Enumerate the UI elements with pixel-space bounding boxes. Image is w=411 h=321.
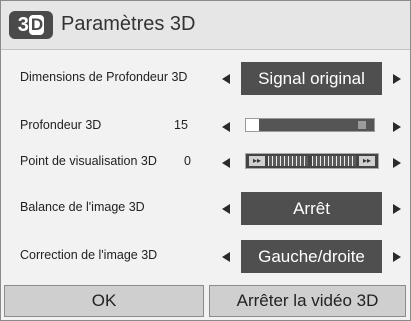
row-depth-dimensions[interactable]: Dimensions de Profondeur 3D Signal origi… [1,58,410,98]
row-label: Correction de l'image 3D [20,248,158,262]
settings-dialog: 3D Paramètres 3D Dimensions de Profondeu… [0,0,411,321]
arrow-right-icon[interactable] [390,202,404,216]
row-label: Balance de l'image 3D [20,200,145,214]
option-value[interactable]: Signal original [241,62,382,95]
slider-fill [246,119,259,131]
row-viewpoint[interactable]: Point de visualisation 3D 0 ▸▸ ▸▸ [1,142,410,182]
right-eye-icon: ▸▸ [359,156,375,166]
arrow-right-icon[interactable] [390,72,404,86]
arrow-right-icon[interactable] [390,120,404,134]
arrow-right-icon[interactable] [390,156,404,170]
depth-slider[interactable] [245,118,375,132]
row-label: Dimensions de Profondeur 3D [20,70,188,84]
row-depth[interactable]: Profondeur 3D 15 [1,106,410,146]
viewpoint-center-marker [308,156,312,166]
dialog-titlebar: 3D Paramètres 3D [1,1,410,50]
arrow-right-icon[interactable] [390,250,404,264]
row-label: Profondeur 3D [20,118,102,132]
arrow-left-icon[interactable] [220,250,234,264]
row-image-correction[interactable]: Correction de l'image 3D Gauche/droite [1,236,410,276]
3d-icon: 3D [9,11,53,39]
row-image-balance[interactable]: Balance de l'image 3D Arrêt [1,188,410,228]
arrow-left-icon[interactable] [220,72,234,86]
depth-value: 15 [174,118,188,132]
arrow-left-icon[interactable] [220,120,234,134]
arrow-left-icon[interactable] [220,202,234,216]
option-value[interactable]: Gauche/droite [241,240,382,273]
slider-end-marker [358,121,366,129]
row-label: Point de visualisation 3D [20,154,157,168]
viewpoint-slider[interactable]: ▸▸ ▸▸ [245,153,379,169]
option-value[interactable]: Arrêt [241,192,382,225]
ok-button[interactable]: OK [4,285,204,317]
viewpoint-scale [268,156,356,166]
viewpoint-value: 0 [184,154,191,168]
dialog-title: Paramètres 3D [61,13,196,35]
left-eye-icon: ▸▸ [249,156,265,166]
stop-3d-video-button[interactable]: Arrêter la vidéo 3D [209,285,406,317]
arrow-left-icon[interactable] [220,156,234,170]
